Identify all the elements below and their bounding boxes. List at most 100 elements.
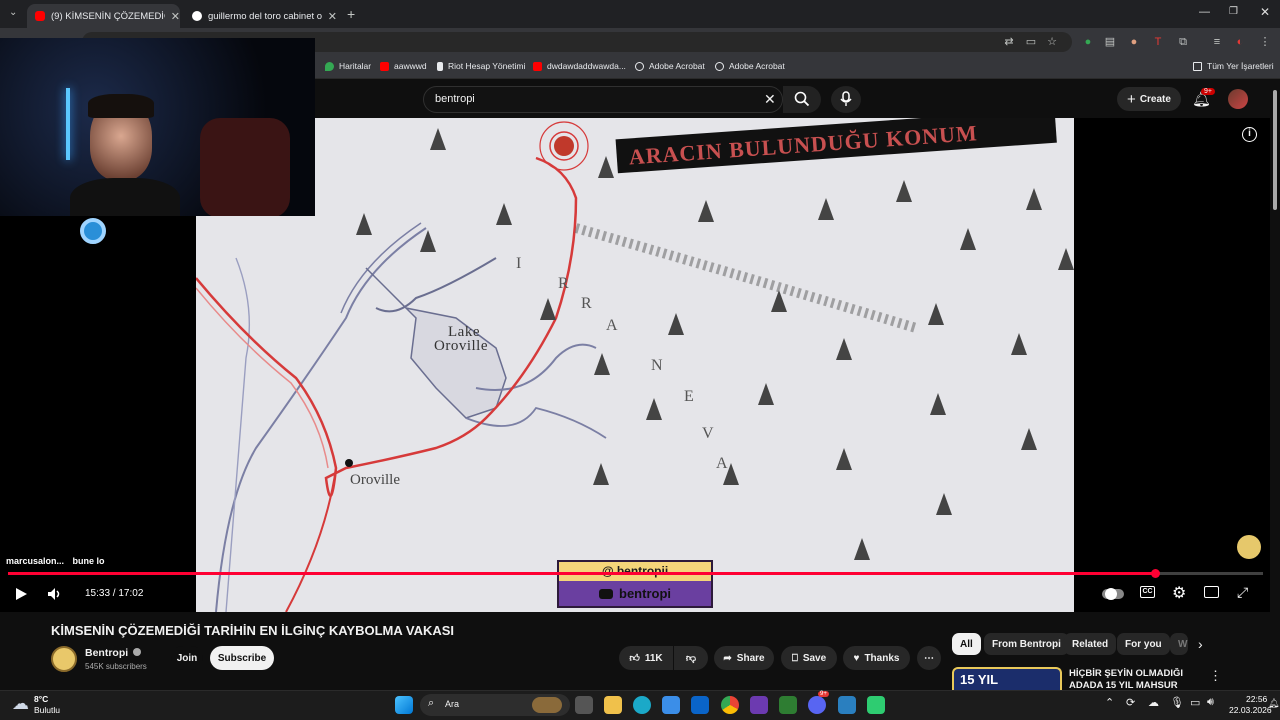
taskbar-search[interactable]: ⌕ Ara xyxy=(420,694,570,716)
settings-gear-icon[interactable]: ⚙ xyxy=(1172,583,1186,603)
neon-light xyxy=(66,88,70,160)
voice-search-button[interactable] xyxy=(831,86,861,113)
task-view-icon[interactable] xyxy=(575,696,593,714)
chevron-right-icon[interactable]: › xyxy=(1198,636,1203,652)
kebab-menu-icon[interactable]: ⋮ xyxy=(1259,36,1271,48)
map-lake-label: Oroville xyxy=(434,338,488,354)
chip-for-you[interactable]: For you xyxy=(1117,633,1170,655)
bookmark-riot[interactable]: Riot Hesap Yönetimi xyxy=(437,61,525,71)
location-pin-icon xyxy=(80,218,106,244)
svg-text:R: R xyxy=(558,275,569,292)
notifications-button[interactable]: 🔔︎ 9+ xyxy=(1192,88,1215,108)
scrollbar-thumb[interactable] xyxy=(1273,90,1277,210)
discord-icon[interactable]: 9+ xyxy=(808,691,829,714)
tray-app-icon[interactable]: 🎙︎ xyxy=(1170,696,1184,709)
channel-name[interactable]: Bentropi xyxy=(85,647,142,659)
tab-google-search[interactable]: guillermo del toro cabinet of cu ✕ xyxy=(184,4,337,28)
chrome-icon[interactable] xyxy=(721,696,739,714)
thanks-button[interactable]: ♥ Thanks xyxy=(843,646,910,670)
app-icon[interactable] xyxy=(838,696,856,714)
tray-app-icon[interactable]: ⟳ xyxy=(1126,696,1135,709)
recommended-menu-icon[interactable]: ⋮ xyxy=(1209,668,1222,684)
outlook-icon[interactable] xyxy=(691,696,709,714)
edge-icon[interactable] xyxy=(633,696,651,714)
bookmark-aawwwd[interactable]: aawwwd xyxy=(380,61,427,71)
chip-related[interactable]: Related xyxy=(1064,633,1117,655)
bookmark-haritalar[interactable]: Haritalar xyxy=(325,61,371,71)
join-button[interactable]: Join xyxy=(171,646,203,670)
info-icon[interactable]: i xyxy=(1242,127,1257,142)
video-title: KİMSENİN ÇÖZEMEDİĞİ TARİHİN EN İLGİNÇ KA… xyxy=(51,623,455,638)
share-button[interactable]: ➦ Share xyxy=(714,646,774,670)
tab-youtube-video[interactable]: (9) KİMSENİN ÇÖZEMEDİĞİ TAR ✕ xyxy=(27,4,180,28)
visual-studio-icon[interactable] xyxy=(750,696,768,714)
app-icon[interactable] xyxy=(779,696,797,714)
clock-time[interactable]: 22:56 xyxy=(1246,694,1267,704)
search-input[interactable]: bentropi ✕ xyxy=(423,86,783,113)
new-tab-icon[interactable]: + xyxy=(347,6,355,22)
recommended-thumbnail[interactable]: 15 YIL xyxy=(952,667,1062,690)
tray-cloud-icon[interactable]: ☁ xyxy=(1148,696,1159,709)
more-actions-button[interactable]: ⋯ xyxy=(917,646,941,670)
browser-tab-bar: ⌄ (9) KİMSENİN ÇÖZEMEDİĞİ TAR ✕ guillerm… xyxy=(0,0,1280,28)
store-icon[interactable] xyxy=(662,696,680,714)
close-window-icon[interactable]: ✕ xyxy=(1260,5,1270,19)
media-controls-icon[interactable]: ≡ xyxy=(1211,36,1223,48)
recommended-title[interactable]: HİÇBİR ŞEYİN OLMADIĞI ADADA 15 YIL MAHSU… xyxy=(1069,668,1189,690)
thumbs-up-icon: 👍︎ xyxy=(629,653,640,664)
clear-search-icon[interactable]: ✕ xyxy=(764,87,776,112)
subscribe-button[interactable]: Subscribe xyxy=(210,646,274,670)
bookmark-adobe-2[interactable]: Adobe Acrobat xyxy=(715,61,785,71)
autoplay-toggle[interactable] xyxy=(1102,588,1124,600)
chat-username: marcusalon... xyxy=(6,556,65,566)
weather-desc: Bulutlu xyxy=(34,705,60,715)
fullscreen-icon[interactable]: ⤢ xyxy=(1237,584,1248,601)
tab-list-chevron-icon[interactable]: ⌄ xyxy=(9,7,17,18)
extension-icon[interactable]: ● xyxy=(1128,36,1140,48)
network-icon[interactable]: ▭ xyxy=(1190,696,1200,709)
extension-icon[interactable]: ▤ xyxy=(1104,36,1116,48)
profile-icon[interactable]: ◐ xyxy=(1234,36,1246,48)
restore-icon[interactable]: ❐ xyxy=(1229,6,1238,17)
captions-icon[interactable]: CC xyxy=(1140,586,1155,598)
page-scrollbar[interactable] xyxy=(1270,80,1280,690)
minimize-icon[interactable]: — xyxy=(1199,6,1210,18)
chip-w[interactable]: W xyxy=(1170,633,1188,655)
play-icon[interactable] xyxy=(14,587,28,601)
tray-chevron-icon[interactable]: ⌃ xyxy=(1105,696,1114,709)
miniplayer-icon[interactable] xyxy=(1204,586,1219,598)
volume-icon[interactable] xyxy=(47,587,63,601)
extension-icon[interactable]: ● xyxy=(1082,36,1094,48)
create-button[interactable]: + Create xyxy=(1117,87,1181,111)
thumbnail-text: 15 YIL xyxy=(960,672,999,687)
cast-icon[interactable]: ▭ xyxy=(1025,36,1037,48)
chip-from-bentropi[interactable]: From Bentropi xyxy=(984,633,1069,655)
notification-bell-icon[interactable]: 🔔︎ xyxy=(1268,698,1279,709)
extensions-puzzle-icon[interactable]: ⧉ xyxy=(1177,36,1189,48)
translate-icon[interactable]: ⇄ xyxy=(1003,36,1015,48)
bookmark-star-icon[interactable]: ☆ xyxy=(1046,36,1058,48)
close-tab-icon[interactable]: ✕ xyxy=(171,10,180,23)
like-button[interactable]: 👍︎ 11K xyxy=(619,646,673,670)
channel-avatar[interactable] xyxy=(51,646,77,672)
google-favicon-icon xyxy=(192,11,202,21)
riot-icon xyxy=(437,61,443,71)
dislike-button[interactable]: 👎︎ xyxy=(674,646,708,670)
app-icon[interactable] xyxy=(867,696,885,714)
folder-icon xyxy=(1193,61,1202,71)
windows-start-icon[interactable] xyxy=(395,696,413,714)
close-tab-icon[interactable]: ✕ xyxy=(328,10,337,23)
save-button[interactable]: ⎕ Save xyxy=(781,646,837,670)
volume-icon[interactable]: 🔊︎ xyxy=(1207,696,1214,709)
avatar[interactable] xyxy=(1228,89,1248,109)
bookmark-adobe-1[interactable]: Adobe Acrobat xyxy=(635,61,705,71)
notifications-badge: 9+ xyxy=(1201,88,1215,95)
extension-icon[interactable]: T xyxy=(1152,36,1164,48)
chip-all[interactable]: All xyxy=(952,633,981,655)
all-bookmarks[interactable]: Tüm Yer İşaretleri xyxy=(1193,61,1274,71)
youtube-icon xyxy=(533,61,542,71)
bookmark-dwdaw[interactable]: dwdawdaddwawda... xyxy=(533,61,626,71)
clock-date[interactable]: 22.03.2026 xyxy=(1229,705,1272,715)
search-button[interactable] xyxy=(783,86,821,113)
file-explorer-icon[interactable] xyxy=(604,696,622,714)
